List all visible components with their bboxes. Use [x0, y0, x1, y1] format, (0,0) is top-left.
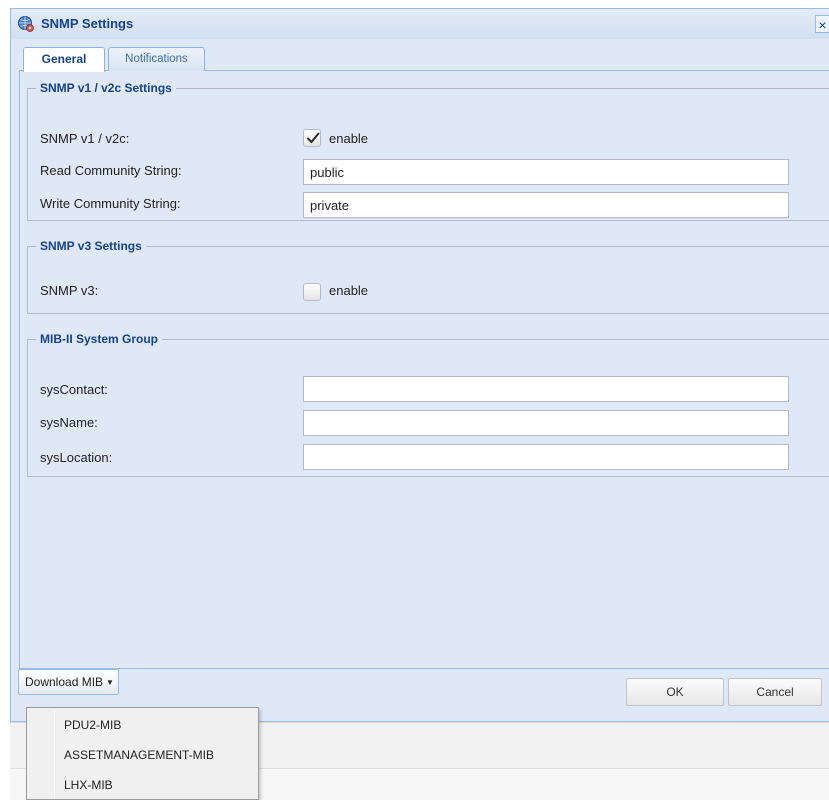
- close-icon[interactable]: ×: [815, 15, 829, 33]
- snmp-v1-enable-checkbox[interactable]: [303, 129, 321, 147]
- snmp-v3-enable-checkbox[interactable]: [303, 283, 321, 301]
- syscontact-input[interactable]: [303, 376, 789, 402]
- chevron-down-icon: ▼: [106, 678, 114, 688]
- general-tab-panel: SNMP v1 / v2c Settings SNMP v1 / v2c: en…: [19, 71, 829, 669]
- dialog-titlebar[interactable]: SNMP Settings ×: [11, 9, 829, 39]
- download-mib-menu: PDU2-MIB ASSETMANAGEMENT-MIB LHX-MIB: [26, 707, 259, 800]
- write-community-input[interactable]: [303, 192, 789, 218]
- snmp-v3-enable-label: SNMP v3:: [40, 283, 99, 298]
- tab-general[interactable]: General: [23, 47, 105, 72]
- tab-strip: General Notifications: [19, 47, 829, 72]
- dialog-title: SNMP Settings: [41, 16, 134, 31]
- sysname-input[interactable]: [303, 410, 789, 436]
- read-community-label: Read Community String:: [40, 163, 182, 178]
- ok-button[interactable]: OK: [626, 678, 724, 706]
- syslocation-label: sysLocation:: [40, 450, 113, 465]
- menu-item-lhx-mib[interactable]: LHX-MIB: [27, 771, 258, 799]
- snmp-v1-v2c-settings-group: SNMP v1 / v2c Settings SNMP v1 / v2c: en…: [27, 81, 829, 221]
- menu-item-assetmanagement-mib[interactable]: ASSETMANAGEMENT-MIB: [27, 741, 258, 769]
- group-legend: MIB-II System Group: [40, 332, 159, 346]
- checkmark-icon: [307, 132, 320, 143]
- tab-notifications[interactable]: Notifications: [108, 47, 205, 72]
- syslocation-input[interactable]: [303, 444, 789, 470]
- snmp-v1-enable-label: SNMP v1 / v2c:: [40, 131, 130, 146]
- write-community-label: Write Community String:: [40, 196, 181, 211]
- group-legend: SNMP v3 Settings: [40, 239, 142, 253]
- globe-gear-icon: [17, 15, 35, 33]
- cancel-button[interactable]: Cancel: [728, 678, 822, 706]
- snmp-v3-enable-text: enable: [329, 283, 369, 298]
- sysname-label: sysName:: [40, 415, 98, 430]
- snmp-settings-dialog: SNMP Settings × General Notifications SN…: [10, 8, 829, 722]
- download-mib-label: Download MIB: [25, 675, 104, 689]
- download-mib-button[interactable]: Download MIB ▼: [18, 669, 119, 695]
- mib-ii-system-group: MIB-II System Group sysContact: sysName:…: [27, 332, 829, 477]
- read-community-input[interactable]: [303, 159, 789, 185]
- snmp-v3-settings-group: SNMP v3 Settings SNMP v3: enable: [27, 239, 829, 314]
- group-legend: SNMP v1 / v2c Settings: [40, 81, 172, 95]
- snmp-v1-enable-text: enable: [329, 131, 369, 146]
- menu-item-pdu2-mib[interactable]: PDU2-MIB: [27, 711, 258, 739]
- syscontact-label: sysContact:: [40, 382, 108, 397]
